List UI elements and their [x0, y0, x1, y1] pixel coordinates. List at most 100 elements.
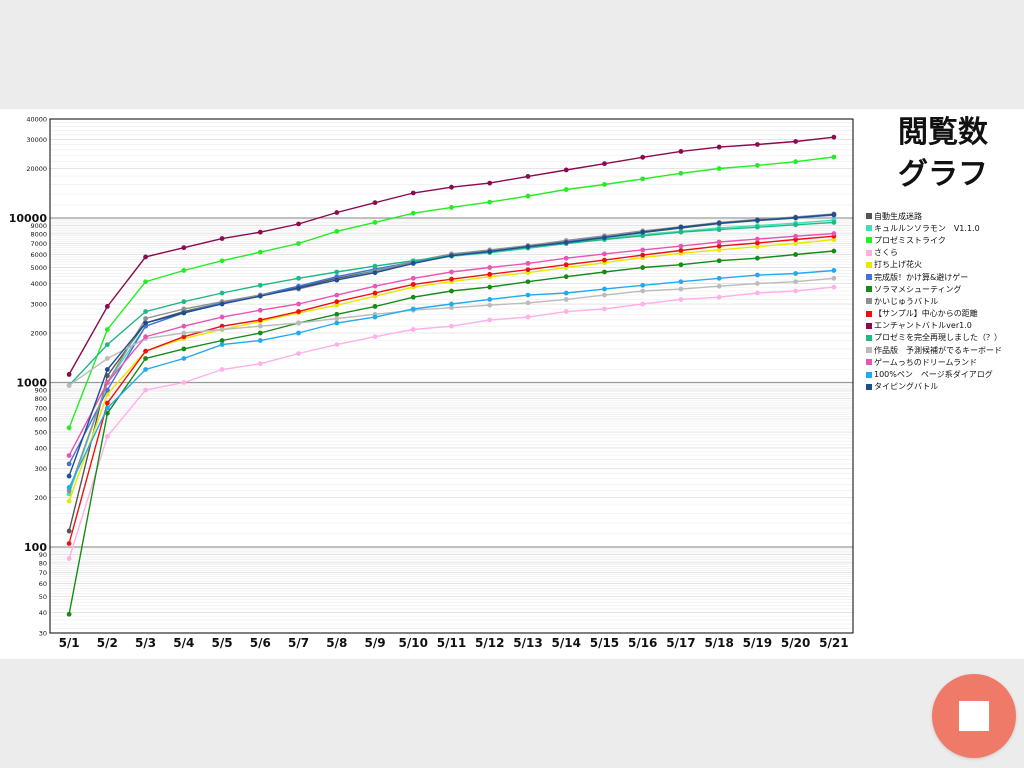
data-point: [716, 294, 722, 300]
legend-item: 完成版！かけ算&避けゲー: [866, 271, 1016, 283]
legend-label: 自動生成迷路: [874, 211, 922, 221]
x-tick-label: 5/14: [551, 636, 580, 650]
data-point: [793, 233, 799, 239]
data-point: [410, 190, 416, 196]
legend-label: ゲームっちのドリームランド: [874, 357, 978, 367]
x-tick-label: 5/18: [704, 636, 733, 650]
data-point: [831, 220, 837, 225]
data-point: [66, 556, 72, 562]
data-point: [181, 299, 187, 305]
legend-label: エンチャントバトルver1.0: [874, 321, 972, 331]
y-tick-label: 800: [35, 395, 47, 403]
y-tick-label: 40: [39, 609, 47, 617]
data-point: [66, 383, 72, 388]
data-point: [487, 271, 493, 277]
data-point: [104, 367, 110, 372]
data-point: [143, 309, 148, 314]
legend-label: キュルルンソラモン V1.1.0: [874, 223, 980, 233]
data-point: [487, 249, 493, 255]
data-point: [831, 275, 837, 281]
legend-swatch: [866, 347, 872, 354]
data-point: [334, 210, 340, 215]
data-point: [66, 425, 72, 431]
data-point: [66, 461, 72, 467]
data-point: [755, 290, 760, 296]
data-point: [449, 269, 454, 275]
y-tick-label: 6000: [30, 251, 47, 259]
legend-swatch: [866, 334, 872, 341]
data-point: [831, 134, 837, 140]
stop-button[interactable]: [932, 674, 1016, 758]
y-tick-label: 2000: [30, 329, 47, 337]
legend-item: キュルルンソラモン V1.1.0: [866, 222, 1016, 234]
legend-item: エンチャントバトルver1.0: [866, 320, 1016, 332]
x-axis-ticks: 5/1 5/2 5/3 5/4 5/5 5/6 5/7 5/8 5/9 5/10 5/11 5/12 5…: [59, 636, 849, 650]
data-point: [104, 434, 110, 439]
data-point: [257, 249, 263, 255]
data-point: [525, 292, 531, 298]
data-point: [257, 330, 263, 336]
data-point: [372, 200, 378, 206]
data-point: [181, 268, 187, 273]
data-point: [755, 217, 760, 223]
x-tick-label: 5/2: [97, 636, 118, 650]
data-point: [640, 176, 646, 182]
data-point: [831, 212, 837, 217]
data-point: [219, 236, 225, 241]
legend-swatch: [866, 274, 872, 281]
data-point: [716, 166, 722, 171]
legend-label: プロゼミストライク: [874, 235, 946, 245]
data-point: [602, 257, 607, 263]
data-point: [66, 498, 72, 504]
x-tick-label: 5/1: [59, 636, 80, 650]
data-point: [104, 400, 110, 406]
y-tick-label: 200: [35, 494, 47, 502]
data-point: [487, 265, 493, 270]
data-point: [563, 262, 569, 268]
x-tick-label: 5/16: [628, 636, 657, 650]
data-point: [410, 275, 416, 281]
data-point: [143, 279, 148, 285]
data-point: [449, 205, 454, 210]
data-point: [755, 272, 760, 278]
data-point: [640, 154, 646, 160]
legend-swatch: [866, 261, 872, 268]
legend-swatch: [866, 298, 872, 305]
x-tick-label: 5/10: [399, 636, 428, 650]
data-point: [219, 327, 225, 332]
legend-label: 打ち上げ花火: [874, 260, 922, 270]
data-point: [296, 285, 301, 291]
data-point: [296, 301, 301, 307]
series-line: [68, 232, 834, 456]
y-tick-label: 30000: [26, 136, 47, 144]
data-point: [831, 268, 837, 273]
data-point: [487, 284, 493, 290]
data-point: [219, 342, 225, 348]
data-point: [678, 229, 684, 235]
data-point: [257, 282, 263, 288]
data-point: [716, 144, 722, 150]
y-tick-label: 70: [39, 569, 47, 577]
data-point: [66, 485, 72, 490]
data-point: [257, 229, 263, 235]
data-point: [257, 338, 263, 343]
x-tick-label: 5/3: [135, 636, 156, 650]
x-tick-label: 5/17: [666, 636, 695, 650]
legend-swatch: [866, 237, 872, 244]
data-point: [372, 334, 378, 340]
y-tick-label: 300: [35, 465, 47, 473]
data-point: [296, 241, 301, 246]
data-point: [334, 299, 340, 305]
legend-swatch: [866, 310, 872, 317]
chart-title: 閲覧数 グラフ: [888, 112, 998, 196]
y-tick-label: 60: [39, 580, 47, 588]
data-point: [716, 275, 722, 281]
data-point: [296, 221, 301, 227]
data-point: [793, 139, 799, 144]
data-point: [678, 149, 684, 154]
data-point: [334, 320, 340, 326]
data-point: [563, 167, 569, 173]
data-point: [449, 276, 454, 282]
data-point: [563, 274, 569, 280]
data-point: [143, 356, 148, 361]
